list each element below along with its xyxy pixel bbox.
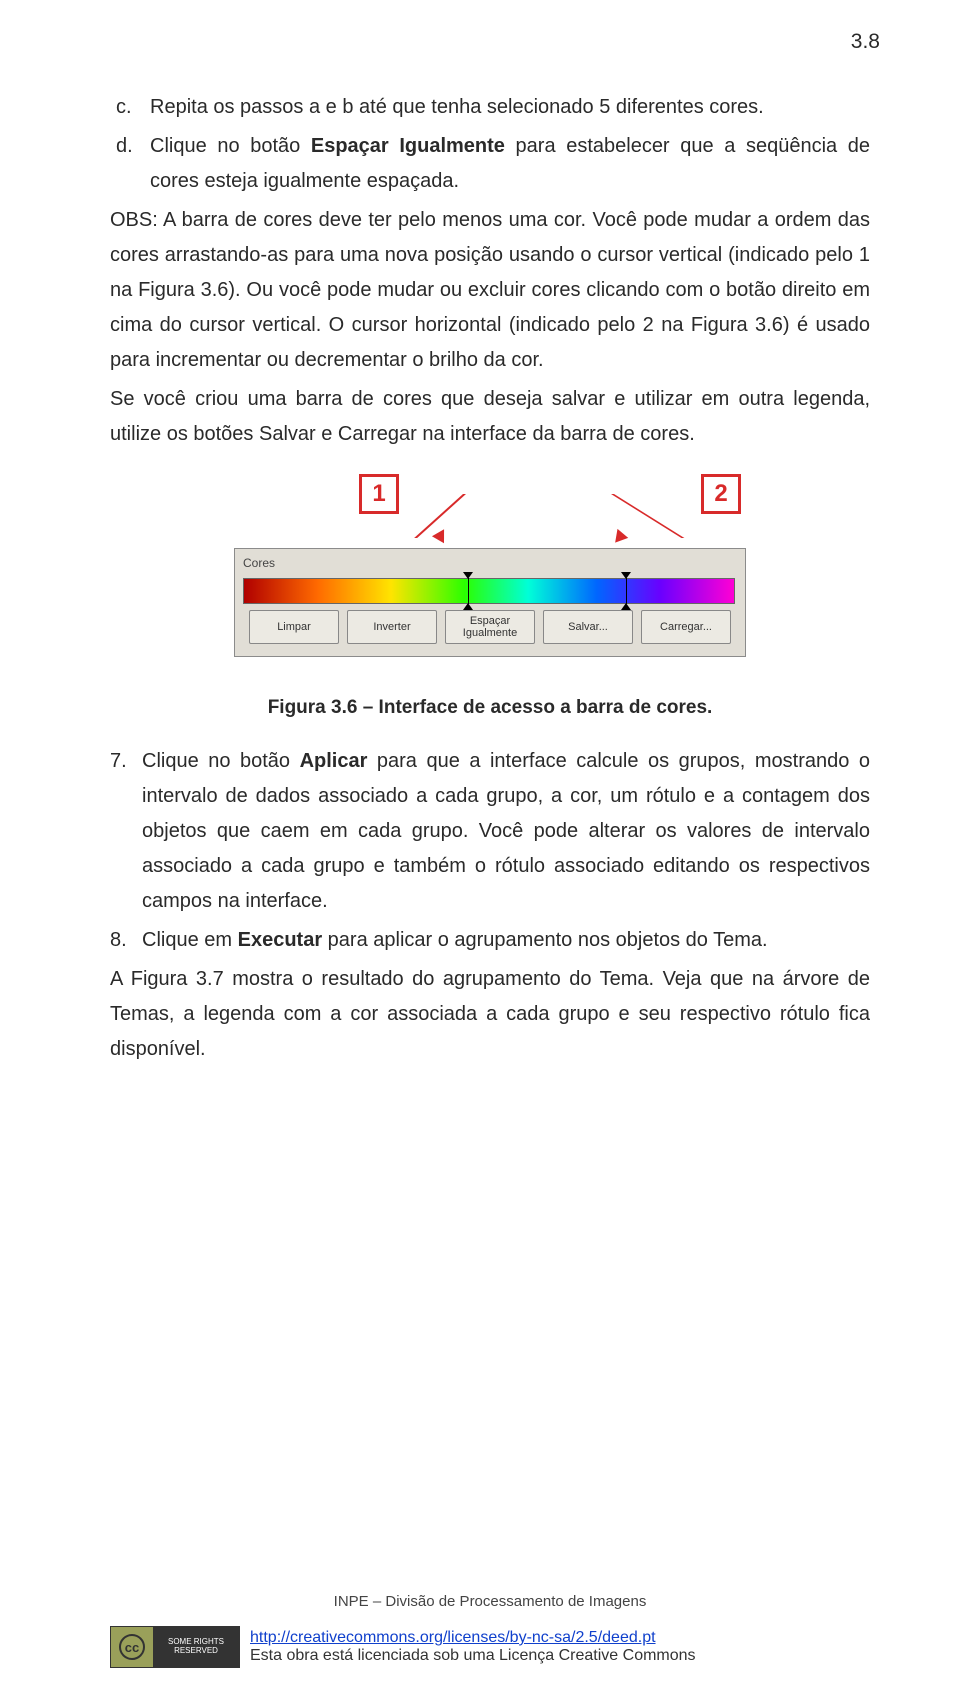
cc-license-link[interactable]: http://creativecommons.org/licenses/by-n… (250, 1629, 696, 1647)
text-bold: Espaçar Igualmente (311, 135, 505, 157)
list-item-d: d. Clique no botão Espaçar Igualmente pa… (110, 129, 870, 199)
arrow-line-2 (611, 494, 766, 538)
cc-badge-text: SOME RIGHTS RESERVED (153, 1627, 239, 1667)
figure-caption: Figura 3.6 – Interface de acesso a barra… (268, 691, 713, 724)
list-text: Clique no botão Aplicar para que a inter… (142, 744, 870, 919)
footer-cc-block: cc SOME RIGHTS RESERVED http://creativec… (110, 1626, 870, 1668)
gradient-cursor-1[interactable] (464, 572, 472, 610)
list-marker: c. (110, 90, 150, 125)
panel-title: Cores (243, 553, 737, 574)
text-prefix: Clique no botão (142, 750, 300, 772)
footer-org: INPE – Divisão de Processamento de Image… (110, 1593, 870, 1610)
cc-license-text: Esta obra está licenciada sob uma Licenç… (250, 1647, 696, 1665)
text-prefix: Clique no botão (150, 135, 311, 157)
color-gradient-bar[interactable] (243, 578, 735, 604)
list-marker: d. (110, 129, 150, 199)
main-content: c. Repita os passos a e b até que tenha … (110, 90, 870, 1067)
list-item-c: c. Repita os passos a e b até que tenha … (110, 90, 870, 125)
arrow-head-2 (610, 529, 628, 547)
list-marker: 8. (110, 923, 142, 958)
cc-badge-icon: cc SOME RIGHTS RESERVED (110, 1626, 240, 1668)
gradient-cursor-2[interactable] (622, 572, 630, 610)
obs-paragraph: OBS: A barra de cores deve ter pelo meno… (110, 203, 870, 378)
list-marker: 7. (110, 744, 142, 919)
inverter-button[interactable]: Inverter (347, 610, 437, 644)
espacar-igualmente-button[interactable]: Espaçar Igualmente (445, 610, 535, 644)
list-item-8: 8. Clique em Executar para aplicar o agr… (110, 923, 870, 958)
list-text: Repita os passos a e b até que tenha sel… (150, 90, 870, 125)
carregar-button[interactable]: Carregar... (641, 610, 731, 644)
cc-text-block: http://creativecommons.org/licenses/by-n… (250, 1629, 696, 1665)
text-prefix: Clique em (142, 929, 238, 951)
cores-panel: Cores Limpar Inverter Espaçar Igualmente… (234, 548, 746, 657)
page-number: 3.8 (851, 30, 880, 54)
figure-3-6: 1 2 Cores Limpar Inverter Espaçar Igualm… (110, 474, 870, 744)
text-suffix: para aplicar o agrupamento nos objetos d… (322, 929, 767, 951)
list-text: Clique no botão Espaçar Igualmente para … (150, 129, 870, 199)
limpar-button[interactable]: Limpar (249, 610, 339, 644)
salvar-button[interactable]: Salvar... (543, 610, 633, 644)
list-item-7: 7. Clique no botão Aplicar para que a in… (110, 744, 870, 919)
arrow-head-1 (432, 529, 450, 546)
panel-button-row: Limpar Inverter Espaçar Igualmente Salva… (243, 610, 737, 644)
cc-circle-icon: cc (119, 1634, 145, 1660)
final-paragraph: A Figura 3.7 mostra o resultado do agrup… (110, 962, 870, 1067)
text-suffix: para que a interface calcule os grupos, … (142, 750, 870, 912)
list-text: Clique em Executar para aplicar o agrupa… (142, 923, 870, 958)
figure-markers: 1 2 (234, 474, 746, 534)
text-bold: Aplicar (300, 750, 368, 772)
cc-logo-icon: cc (111, 1627, 153, 1667)
page-footer: INPE – Divisão de Processamento de Image… (110, 1593, 870, 1668)
save-paragraph: Se você criou uma barra de cores que des… (110, 382, 870, 452)
text-bold: Executar (238, 929, 323, 951)
